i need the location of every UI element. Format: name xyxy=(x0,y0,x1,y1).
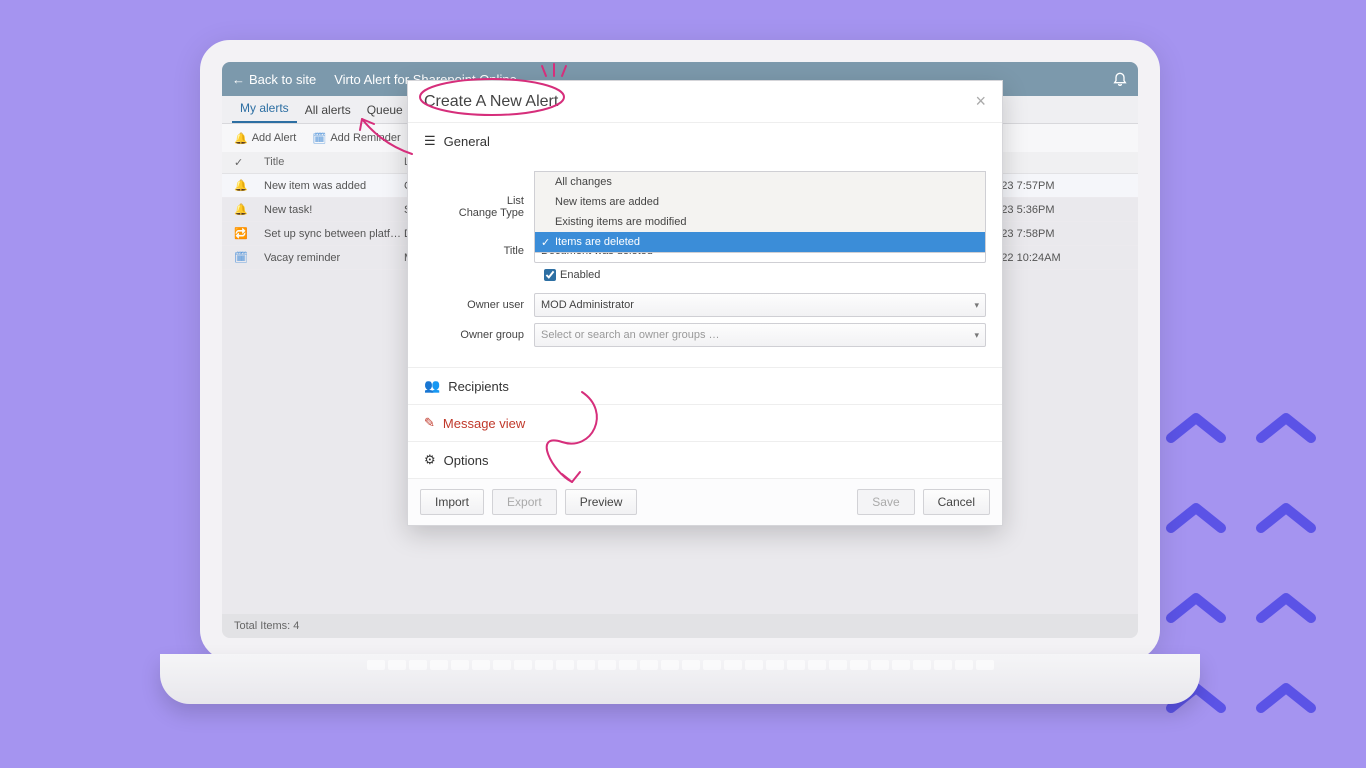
label-owner-user: Owner user xyxy=(424,299,534,311)
label-owner-group: Owner group xyxy=(424,329,534,341)
bell-icon: 🔔 xyxy=(234,132,248,145)
section-general-label: General xyxy=(444,134,490,149)
add-reminder-button[interactable]: 🗓 Add Reminder xyxy=(312,132,400,145)
change-type-dropdown[interactable]: All changes New items are added Existing… xyxy=(534,171,986,253)
row-title: Vacay reminder xyxy=(264,252,404,264)
reminder-icon: 🗓 xyxy=(234,251,264,264)
label-title: Title xyxy=(424,245,534,257)
owner-user-value: MOD Administrator xyxy=(541,299,634,311)
label-change-type: Change Type xyxy=(424,207,534,219)
bell-icon: 🔔 xyxy=(234,203,264,216)
add-reminder-label: Add Reminder xyxy=(330,132,400,144)
grid-footer: Total Items: 4 xyxy=(222,614,1138,638)
tab-my-alerts[interactable]: My alerts xyxy=(232,95,297,123)
enabled-checkbox[interactable] xyxy=(544,269,556,281)
section-recipients[interactable]: 👥 Recipients xyxy=(408,367,1002,404)
label-enabled: Enabled xyxy=(560,269,600,281)
row-date: /2023 7:58PM xyxy=(986,228,1126,240)
create-alert-modal: Create A New Alert × ☰ General List All … xyxy=(407,80,1003,526)
section-general[interactable]: ☰ General xyxy=(408,122,1002,159)
row-title: Set up sync between platfor… xyxy=(264,228,404,240)
add-alert-button[interactable]: 🔔 Add Alert xyxy=(234,132,296,145)
row-date: /2023 5:36PM xyxy=(986,204,1126,216)
col-title[interactable]: Title xyxy=(264,156,404,169)
recipients-icon: 👥 xyxy=(424,378,440,394)
arrow-left-icon: ← xyxy=(232,72,245,87)
decorative-chevrons xyxy=(1166,408,1346,758)
list-icon: ☰ xyxy=(424,133,436,149)
section-message-view[interactable]: ✎ Message view xyxy=(408,404,1002,441)
label-list: List xyxy=(424,195,534,207)
notifications-icon[interactable] xyxy=(1112,70,1128,89)
save-button[interactable]: Save xyxy=(857,489,914,515)
add-alert-label: Add Alert xyxy=(252,132,297,144)
back-to-site-link[interactable]: ← Back to site xyxy=(232,72,316,87)
chevron-down-icon: ▾ xyxy=(974,330,979,341)
preview-button[interactable]: Preview xyxy=(565,489,638,515)
chevron-down-icon: ▾ xyxy=(974,300,979,311)
modal-title: Create A New Alert xyxy=(424,93,558,111)
section-options-label: Options xyxy=(444,453,489,468)
import-button[interactable]: Import xyxy=(420,489,484,515)
reminder-icon: 🗓 xyxy=(312,132,326,145)
row-date: /2023 7:57PM xyxy=(986,180,1126,192)
owner-user-select[interactable]: MOD Administrator ▾ xyxy=(534,293,986,317)
owner-group-placeholder: Select or search an owner groups … xyxy=(541,329,720,341)
laptop-mockup: ← Back to site Virto Alert for Sharepoin… xyxy=(200,40,1160,710)
message-icon: ✎ xyxy=(424,415,435,431)
section-message-label: Message view xyxy=(443,416,525,431)
bell-icon: 🔔 xyxy=(234,179,264,192)
dd-option-deleted[interactable]: Items are deleted xyxy=(535,232,985,252)
section-options[interactable]: ⚙ Options xyxy=(408,441,1002,478)
sync-icon: 🔁 xyxy=(234,227,264,240)
cancel-button[interactable]: Cancel xyxy=(923,489,990,515)
section-recipients-label: Recipients xyxy=(448,379,509,394)
row-title: New task! xyxy=(264,204,404,216)
row-date: /2022 10:24AM xyxy=(986,252,1126,264)
dd-option-modified[interactable]: Existing items are modified xyxy=(535,212,985,232)
row-title: New item was added xyxy=(264,180,404,192)
tab-all-alerts[interactable]: All alerts xyxy=(297,97,359,123)
export-button[interactable]: Export xyxy=(492,489,557,515)
dd-option-all[interactable]: All changes xyxy=(535,172,985,192)
dd-option-added[interactable]: New items are added xyxy=(535,192,985,212)
options-icon: ⚙ xyxy=(424,452,436,468)
close-icon[interactable]: × xyxy=(975,91,986,112)
tab-queue[interactable]: Queue xyxy=(359,97,411,123)
owner-group-select[interactable]: Select or search an owner groups … ▾ xyxy=(534,323,986,347)
col-modified[interactable]: ied xyxy=(986,156,1126,169)
col-check-icon: ✓ xyxy=(234,156,264,169)
back-label: Back to site xyxy=(249,72,316,87)
